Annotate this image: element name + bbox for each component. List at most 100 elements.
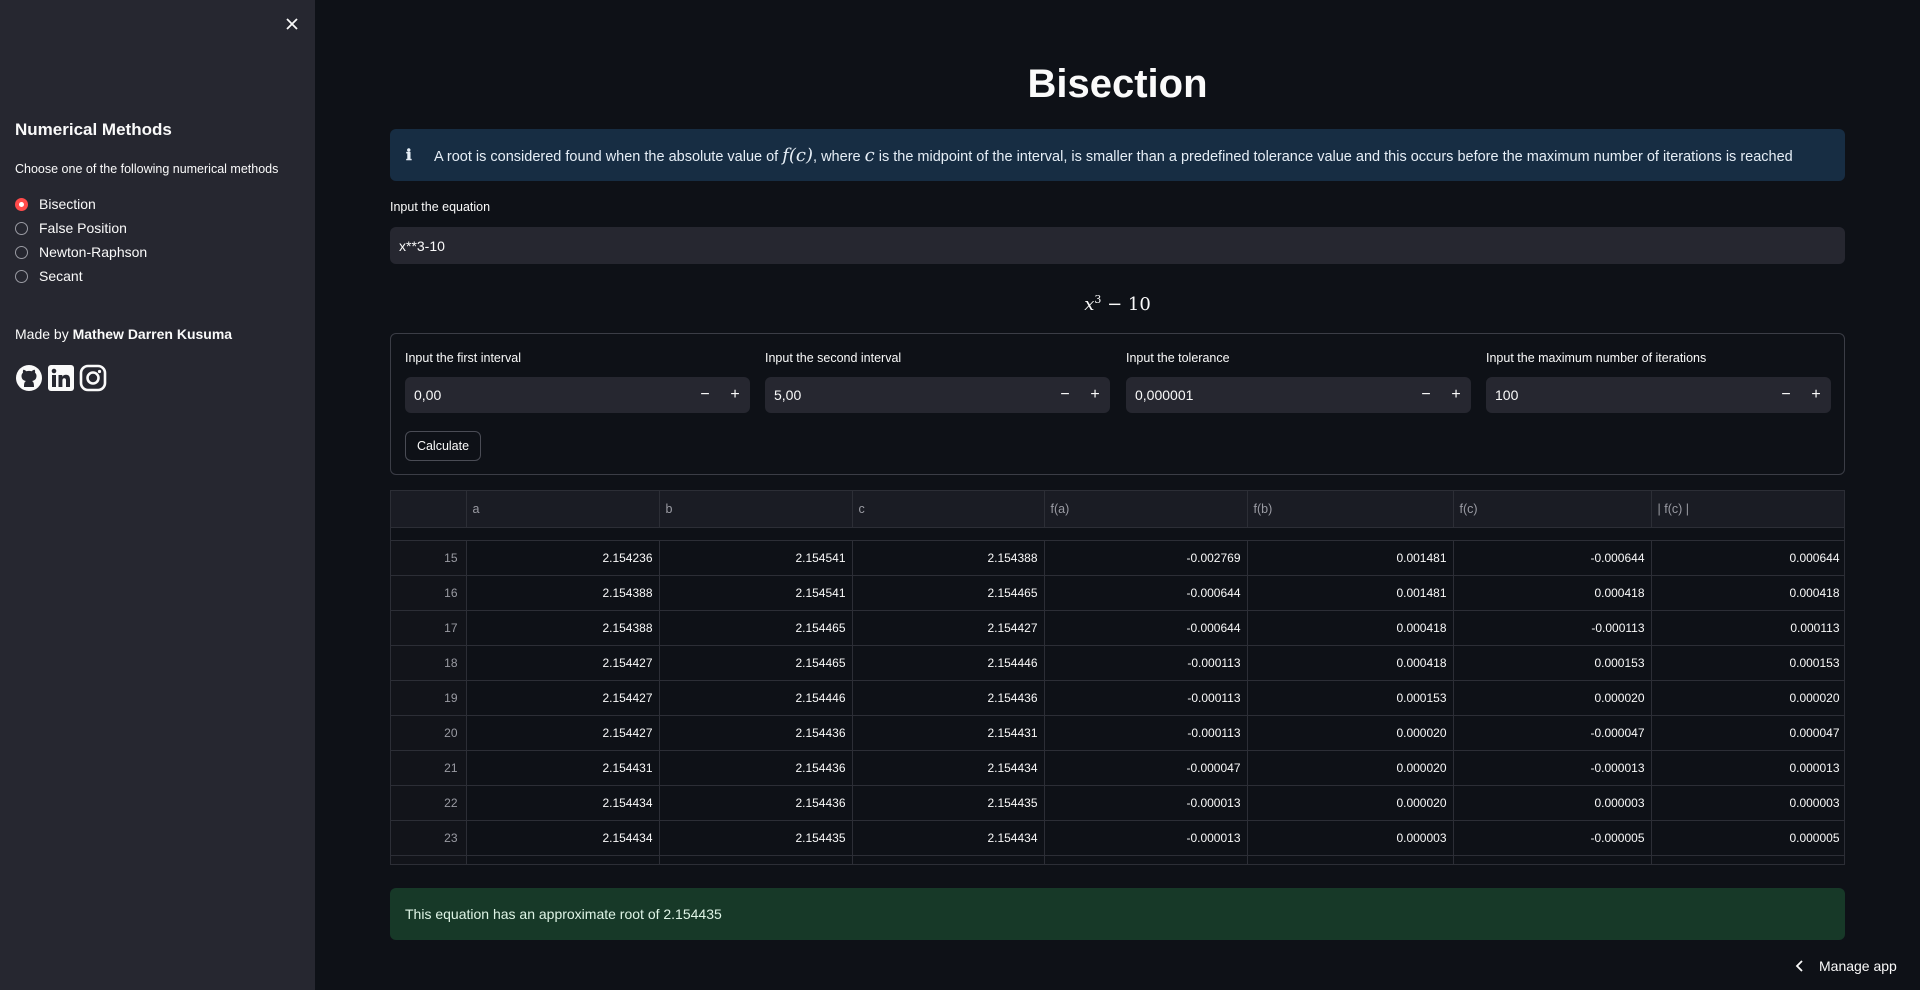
table-cell[interactable]: 2.154465 — [659, 645, 853, 681]
table-cell[interactable]: 2.154434 — [466, 855, 660, 864]
radio-false-position[interactable]: False Position — [15, 216, 147, 240]
table-cell[interactable]: -0.000644 — [1044, 575, 1248, 611]
column-header[interactable]: a — [466, 491, 660, 528]
calculate-button[interactable]: Calculate — [405, 431, 481, 461]
table-cell[interactable]: 2.154427 — [466, 680, 660, 716]
column-header[interactable]: f(a) — [1044, 491, 1248, 528]
increment-button[interactable]: + — [1441, 386, 1471, 404]
column-header[interactable]: | f(c) | — [1651, 491, 1844, 528]
table-cell[interactable]: 0.000153 — [1247, 680, 1454, 716]
instagram-link[interactable] — [79, 364, 107, 392]
table-cell[interactable]: -0.000113 — [1453, 610, 1652, 646]
table-cell[interactable]: 0.000013 — [1651, 750, 1844, 786]
column-header[interactable] — [391, 491, 467, 528]
table-cell[interactable]: 2.154388 — [466, 610, 660, 646]
table-cell[interactable]: 0.000020 — [1247, 715, 1454, 751]
radio-secant[interactable]: Secant — [15, 264, 147, 288]
table-cell[interactable]: 2.154427 — [852, 610, 1045, 646]
table-cell[interactable]: -0.000047 — [1453, 715, 1652, 751]
table-cell[interactable]: 2.154541 — [659, 540, 853, 576]
table-cell[interactable]: 2.154434 — [466, 820, 660, 856]
table-cell[interactable]: 0.000113 — [1651, 610, 1844, 646]
table-cell[interactable]: 2.154465 — [659, 610, 853, 646]
row-index-cell[interactable]: 19 — [391, 680, 467, 716]
table-cell[interactable]: 0.000001 — [1651, 855, 1844, 864]
table-cell[interactable]: 2.154427 — [466, 645, 660, 681]
table-cell[interactable]: 2.154436 — [852, 680, 1045, 716]
table-cell[interactable]: 2.154431 — [852, 715, 1045, 751]
table-cell[interactable]: -0.000001 — [1453, 855, 1652, 864]
increment-button[interactable]: + — [1801, 386, 1831, 404]
column-header[interactable]: c — [852, 491, 1045, 528]
table-cell[interactable]: 0.000003 — [1651, 785, 1844, 821]
table-cell[interactable]: 0.000020 — [1651, 680, 1844, 716]
increment-button[interactable]: + — [720, 386, 750, 404]
table-cell[interactable]: 2.154446 — [852, 645, 1045, 681]
row-index-cell[interactable]: 18 — [391, 645, 467, 681]
table-cell[interactable]: 2.154434 — [466, 785, 660, 821]
table-cell[interactable]: 2.154435 — [852, 785, 1045, 821]
table-cell[interactable]: 2.154427 — [466, 715, 660, 751]
table-cell[interactable]: 2.154436 — [659, 785, 853, 821]
column-header[interactable]: b — [659, 491, 853, 528]
table-cell[interactable]: 0.000644 — [1651, 540, 1844, 576]
table-cell[interactable]: -0.000005 — [1044, 855, 1248, 864]
table-cell[interactable]: 2.154434 — [852, 820, 1045, 856]
radio-bisection[interactable]: Bisection — [15, 192, 147, 216]
decrement-button[interactable]: − — [1050, 386, 1080, 404]
table-cell[interactable]: -0.000113 — [1044, 715, 1248, 751]
linkedin-link[interactable] — [47, 364, 75, 392]
table-cell[interactable]: -0.000005 — [1453, 820, 1652, 856]
max-iterations-input[interactable]: 100 − + — [1486, 377, 1831, 413]
table-cell[interactable]: -0.000113 — [1044, 680, 1248, 716]
table-cell[interactable]: 0.000418 — [1651, 575, 1844, 611]
table-cell[interactable]: 0.000003 — [1247, 820, 1454, 856]
table-cell[interactable]: 2.154236 — [466, 540, 660, 576]
table-cell[interactable]: 2.154435 — [659, 820, 853, 856]
table-cell[interactable]: 2.154541 — [659, 575, 853, 611]
table-cell[interactable]: -0.000047 — [1044, 750, 1248, 786]
table-cell[interactable]: 2.154436 — [659, 750, 853, 786]
table-cell[interactable]: 0.000020 — [1247, 785, 1454, 821]
table-cell[interactable]: -0.000013 — [1044, 820, 1248, 856]
table-cell[interactable]: 2.154434 — [852, 750, 1045, 786]
table-cell[interactable]: 0.000418 — [1453, 575, 1652, 611]
table-cell[interactable]: -0.000013 — [1453, 750, 1652, 786]
table-cell[interactable]: 0.000153 — [1651, 645, 1844, 681]
table-cell[interactable]: 2.154446 — [659, 680, 853, 716]
table-cell[interactable]: 2.154435 — [852, 855, 1045, 864]
row-index-cell[interactable]: 17 — [391, 610, 467, 646]
row-index-cell[interactable]: 24 — [391, 855, 467, 864]
table-cell[interactable]: 2.154388 — [852, 540, 1045, 576]
table-cell[interactable]: 2.154465 — [852, 575, 1045, 611]
table-cell[interactable]: 0.000418 — [1247, 610, 1454, 646]
row-index-cell[interactable]: 22 — [391, 785, 467, 821]
decrement-button[interactable]: − — [690, 386, 720, 404]
table-cell[interactable]: -0.000113 — [1044, 645, 1248, 681]
table-cell[interactable]: 0.000153 — [1453, 645, 1652, 681]
github-link[interactable] — [15, 364, 43, 392]
table-cell[interactable]: 0.001481 — [1247, 575, 1454, 611]
table-cell[interactable]: -0.000644 — [1453, 540, 1652, 576]
table-cell[interactable]: -0.002769 — [1044, 540, 1248, 576]
manage-app-button[interactable]: Manage app — [1795, 958, 1897, 974]
table-cell[interactable]: 0.000020 — [1453, 680, 1652, 716]
column-header[interactable]: f(c) — [1453, 491, 1652, 528]
row-index-cell[interactable]: 23 — [391, 820, 467, 856]
table-cell[interactable]: 2.154435 — [659, 855, 853, 864]
close-sidebar-button[interactable] — [282, 14, 302, 34]
decrement-button[interactable]: − — [1771, 386, 1801, 404]
table-cell[interactable]: 0.000020 — [1247, 750, 1454, 786]
table-cell[interactable]: -0.000013 — [1044, 785, 1248, 821]
table-cell[interactable]: -0.000644 — [1044, 610, 1248, 646]
row-index-cell[interactable]: 20 — [391, 715, 467, 751]
table-cell[interactable]: 2.154388 — [466, 575, 660, 611]
row-index-cell[interactable]: 16 — [391, 575, 467, 611]
increment-button[interactable]: + — [1080, 386, 1110, 404]
second-interval-input[interactable]: 5,00 − + — [765, 377, 1110, 413]
table-cell[interactable]: 2.154431 — [466, 750, 660, 786]
row-index-cell[interactable]: 21 — [391, 750, 467, 786]
column-header[interactable]: f(b) — [1247, 491, 1454, 528]
table-cell[interactable]: 0.000003 — [1453, 785, 1652, 821]
tolerance-input[interactable]: 0,000001 − + — [1126, 377, 1471, 413]
